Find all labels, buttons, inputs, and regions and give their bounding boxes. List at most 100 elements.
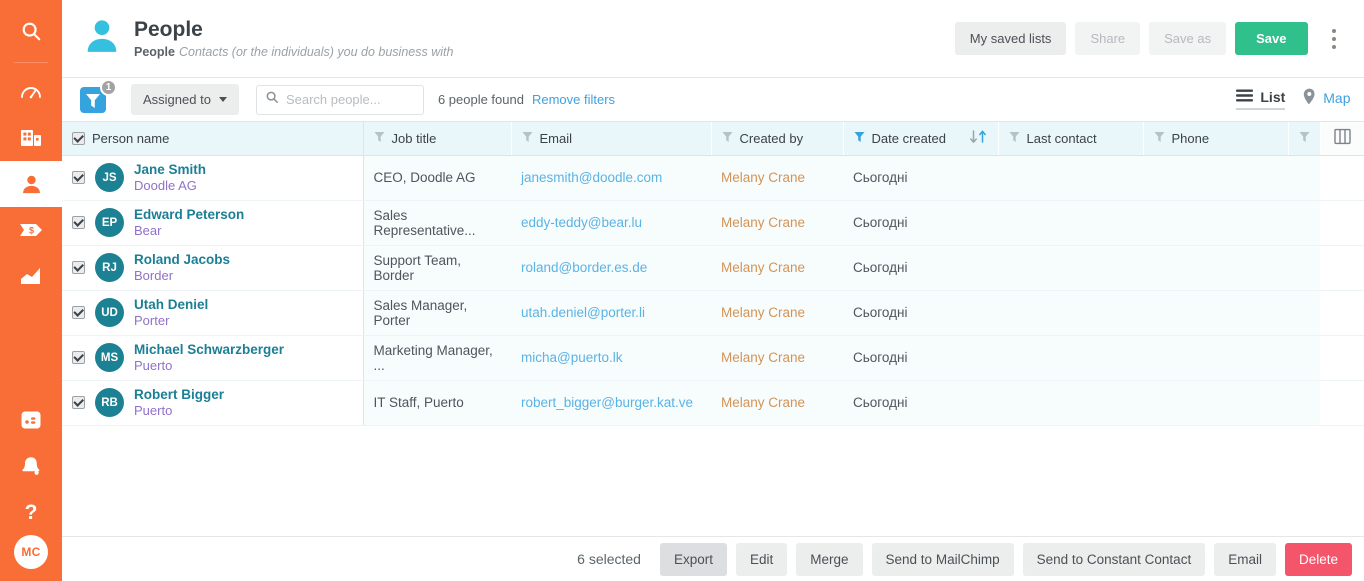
view-switcher: List Map bbox=[1236, 88, 1351, 111]
my-saved-lists-button[interactable]: My saved lists bbox=[954, 22, 1067, 55]
column-header-job-title-label: Job title bbox=[391, 130, 437, 146]
cell-email-value[interactable]: roland@border.es.de bbox=[521, 260, 647, 275]
remove-filters-link[interactable]: Remove filters bbox=[532, 92, 615, 107]
table-row[interactable]: EP Edward Peterson Bear Sales Representativ… bbox=[62, 200, 1364, 246]
sort-asc-desc-icon[interactable] bbox=[969, 130, 988, 147]
companies-building-icon bbox=[19, 127, 43, 149]
person-name-link[interactable]: Jane Smith bbox=[134, 162, 206, 178]
cell-email-value[interactable]: robert_bigger@burger.kat.ve bbox=[521, 395, 693, 410]
company-name-link[interactable]: Porter bbox=[134, 313, 208, 329]
company-name-link[interactable]: Doodle AG bbox=[134, 178, 206, 194]
columns-config-button[interactable] bbox=[1319, 122, 1364, 156]
cell-date-created: Сьогодні bbox=[843, 245, 998, 291]
table-row[interactable]: MS Michael Schwarzberger Puerto Marketing M… bbox=[62, 335, 1364, 381]
cell-email-value[interactable]: janesmith@doodle.com bbox=[521, 170, 662, 185]
sidebar-item-companies[interactable] bbox=[0, 115, 62, 161]
apps-grid-icon bbox=[19, 409, 43, 431]
sidebar-item-notifications[interactable] bbox=[0, 443, 62, 489]
filter-funnel-icon[interactable] bbox=[1299, 131, 1310, 146]
cell-date-created: Сьогодні bbox=[843, 155, 998, 201]
row-checkbox[interactable] bbox=[72, 306, 85, 319]
footer-button-send-to-mailchimp[interactable]: Send to MailChimp bbox=[871, 542, 1014, 576]
search-people-box[interactable] bbox=[255, 84, 424, 115]
column-header-date-created[interactable]: Date created bbox=[843, 122, 999, 156]
avatar-initials: MS bbox=[100, 351, 119, 364]
table-row[interactable]: RJ Roland Jacobs Border Support Team, Borde… bbox=[62, 245, 1364, 291]
cell-last-contact bbox=[998, 290, 1143, 336]
filter-funnel-icon[interactable] bbox=[1009, 131, 1020, 146]
row-checkbox[interactable] bbox=[72, 396, 85, 409]
page-header-icon bbox=[80, 17, 124, 61]
sidebar-item-search[interactable] bbox=[0, 8, 62, 54]
cell-last-contact bbox=[998, 155, 1143, 201]
cell-spacer-config bbox=[1320, 290, 1364, 336]
cell-job-title-value: CEO, Doodle AG bbox=[373, 170, 476, 185]
filter-funnel-icon[interactable] bbox=[722, 131, 733, 146]
cell-email-value[interactable]: micha@puerto.lk bbox=[521, 350, 623, 365]
person-name-link[interactable]: Robert Bigger bbox=[134, 387, 224, 403]
person-name-link[interactable]: Utah Deniel bbox=[134, 297, 208, 313]
column-header-job-title[interactable]: Job title bbox=[363, 122, 512, 156]
sidebar-item-dashboard[interactable] bbox=[0, 69, 62, 115]
assigned-to-dropdown[interactable]: Assigned to bbox=[131, 84, 239, 115]
column-header-last-contact[interactable]: Last contact bbox=[998, 122, 1144, 156]
row-checkbox[interactable] bbox=[72, 171, 85, 184]
filter-funnel-icon[interactable] bbox=[854, 131, 865, 146]
column-header-phone[interactable]: Phone bbox=[1143, 122, 1289, 156]
footer-button-delete[interactable]: Delete bbox=[1284, 542, 1352, 576]
footer-button-export[interactable]: Export bbox=[659, 542, 727, 576]
sidebar-item-reports[interactable] bbox=[0, 253, 62, 299]
user-avatar[interactable]: MC bbox=[14, 535, 48, 569]
cell-person-name: UD Utah Deniel Porter bbox=[62, 290, 364, 336]
company-name-link[interactable]: Bear bbox=[134, 223, 244, 239]
table-row[interactable]: JS Jane Smith Doodle AG CEO, Doodle AG janes… bbox=[62, 155, 1364, 201]
share-button[interactable]: Share bbox=[1075, 22, 1141, 55]
row-checkbox[interactable] bbox=[72, 216, 85, 229]
select-all-checkbox[interactable] bbox=[72, 131, 85, 145]
company-name-link[interactable]: Border bbox=[134, 268, 230, 284]
column-header-extra-filter[interactable] bbox=[1288, 122, 1321, 156]
company-name-link[interactable]: Puerto bbox=[134, 358, 284, 374]
search-icon bbox=[265, 90, 279, 109]
sidebar-item-help[interactable]: ? bbox=[0, 489, 62, 535]
column-header-person-name[interactable]: Person name bbox=[62, 122, 364, 156]
sidebar-item-apps[interactable] bbox=[0, 397, 62, 443]
column-header-created-by[interactable]: Created by bbox=[711, 122, 844, 156]
person-name-link[interactable]: Roland Jacobs bbox=[134, 252, 230, 268]
cell-phone bbox=[1143, 155, 1288, 201]
search-input[interactable] bbox=[285, 92, 415, 107]
filter-funnel-icon[interactable]: 1 bbox=[78, 78, 117, 115]
save-as-button[interactable]: Save as bbox=[1149, 22, 1227, 55]
footer-button-merge[interactable]: Merge bbox=[796, 542, 863, 576]
row-checkbox[interactable] bbox=[72, 351, 85, 364]
view-tab-map[interactable]: Map bbox=[1303, 88, 1351, 111]
cell-spacer bbox=[1288, 245, 1320, 291]
cell-job-title: Support Team, Border bbox=[363, 245, 511, 291]
column-header-email[interactable]: Email bbox=[511, 122, 712, 156]
view-tab-list[interactable]: List bbox=[1236, 89, 1286, 110]
cell-date-created-value: Сьогодні bbox=[853, 305, 908, 320]
dashboard-gauge-icon bbox=[19, 80, 43, 104]
person-name-link[interactable]: Michael Schwarzberger bbox=[134, 342, 284, 358]
cell-date-created-value: Сьогодні bbox=[853, 260, 908, 275]
table-row[interactable]: RB Robert Bigger Puerto IT Staff, Puerto rob… bbox=[62, 380, 1364, 426]
cell-created-by: Melany Crane bbox=[711, 335, 843, 381]
table-row[interactable]: UD Utah Deniel Porter Sales Manager, Porter… bbox=[62, 290, 1364, 336]
sidebar-item-deals[interactable]: $ bbox=[0, 207, 62, 253]
footer-button-email[interactable]: Email bbox=[1214, 542, 1276, 576]
footer-button-send-to-constant-contact[interactable]: Send to Constant Contact bbox=[1022, 542, 1206, 576]
filter-funnel-icon[interactable] bbox=[1154, 131, 1165, 146]
cell-email-value[interactable]: eddy-teddy@bear.lu bbox=[521, 215, 642, 230]
footer-button-edit[interactable]: Edit bbox=[736, 542, 788, 576]
company-name-link[interactable]: Puerto bbox=[134, 403, 224, 419]
person-name-link[interactable]: Edward Peterson bbox=[134, 207, 244, 223]
more-vertical-icon[interactable] bbox=[1321, 22, 1347, 56]
filter-funnel-icon[interactable] bbox=[374, 131, 385, 146]
cell-email-value[interactable]: utah.deniel@porter.li bbox=[521, 305, 645, 320]
cell-spacer bbox=[1288, 155, 1320, 201]
sidebar-item-people[interactable] bbox=[0, 161, 62, 207]
row-checkbox[interactable] bbox=[72, 261, 85, 274]
filter-funnel-icon[interactable] bbox=[522, 131, 533, 146]
save-button[interactable]: Save bbox=[1235, 22, 1308, 55]
cell-job-title-value: Sales Representative... bbox=[373, 207, 476, 238]
